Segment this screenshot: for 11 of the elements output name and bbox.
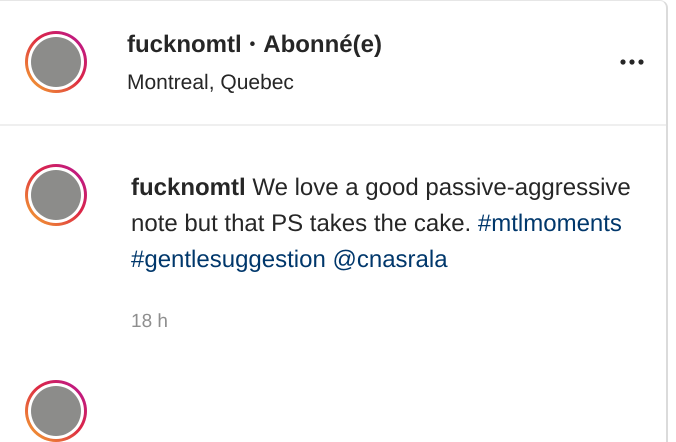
post-time: 18 h [131,310,169,334]
username-link[interactable]: fucknomtl [131,174,246,200]
separator-dot: • [250,34,256,54]
username[interactable]: fucknomtl [127,26,242,62]
mention-link[interactable]: @cnasrala [332,246,448,272]
caption-text: fucknomtl We love a good passive-aggressive note but that PS takes the cake. #mtlmoments #gentlesuggestion @cnasrala [131,172,632,274]
follow-status[interactable]: Abonné(e) [263,26,382,62]
hashtag-link[interactable]: #mtlmoments [478,210,622,236]
hashtag-link[interactable]: #gentlesuggestion [131,246,326,272]
location-link[interactable]: Montreal, Quebec [127,66,604,98]
more-options-icon[interactable] [620,59,644,66]
